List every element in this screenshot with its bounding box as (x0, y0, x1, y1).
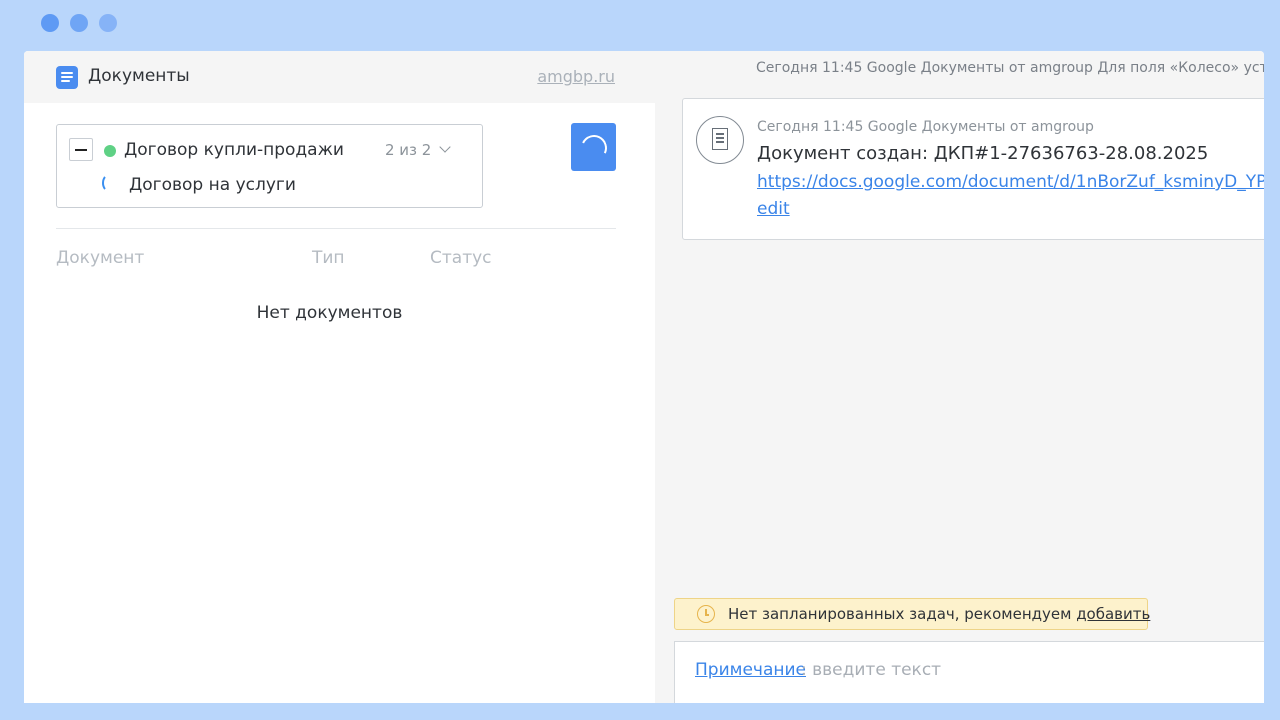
divider (56, 228, 616, 229)
tasks-notice-text: Нет запланированных задач, рекомендуем д… (728, 605, 1151, 623)
documents-title: Документы (88, 66, 190, 86)
tasks-notice: Нет запланированных задач, рекомендуем д… (674, 598, 1151, 630)
note-input[interactable] (801, 656, 1261, 684)
window-minimize-dot[interactable] (70, 14, 88, 32)
note-type-selector[interactable]: Примечание (695, 660, 806, 680)
status-dot-green (104, 145, 116, 157)
document-link-line[interactable]: edit (757, 196, 1264, 223)
template-item-services[interactable]: Договор на услуги (129, 175, 296, 195)
documents-panel: Документы amgbp.ru Договор купли-продажи… (24, 51, 655, 703)
window-maximize-dot[interactable] (99, 14, 117, 32)
document-link[interactable]: https://docs.google.com/document/d/1nBor… (757, 169, 1264, 223)
collapse-toggle-button[interactable] (69, 138, 93, 161)
chevron-down-icon[interactable] (439, 141, 451, 153)
feed-event-card: Сегодня 11:45 Google Документы от amgrou… (682, 98, 1264, 240)
loading-spinner-icon (102, 174, 116, 192)
add-task-link[interactable]: добавить (1076, 605, 1150, 623)
event-title: Документ создан: ДКП#1-27636763-28.08.20… (757, 143, 1209, 164)
note-composer: Примечание (674, 641, 1264, 703)
document-file-icon (696, 116, 744, 164)
document-icon (56, 66, 78, 89)
loading-spinner-icon (577, 131, 611, 165)
activity-feed: Сегодня 11:45 Google Документы от amgrou… (655, 51, 1264, 703)
event-meta: Сегодня 11:45 Google Документы от amgrou… (757, 119, 1094, 135)
template-counter[interactable]: 2 из 2 (385, 141, 431, 159)
app-window: Документы amgbp.ru Договор купли-продажи… (24, 51, 1264, 703)
window-close-dot[interactable] (41, 14, 59, 32)
empty-state-text: Нет документов (256, 303, 403, 323)
template-selector[interactable]: Договор купли-продажи 2 из 2 Договор на … (56, 124, 483, 208)
documents-header: Документы amgbp.ru (24, 51, 655, 103)
column-header-type[interactable]: Тип (312, 248, 345, 268)
generate-button[interactable] (571, 123, 616, 171)
site-link[interactable]: amgbp.ru (537, 67, 615, 86)
clock-icon (697, 605, 715, 623)
template-item-sale[interactable]: Договор купли-продажи (124, 140, 344, 160)
column-header-document[interactable]: Документ (56, 248, 144, 268)
document-link-line[interactable]: https://docs.google.com/document/d/1nBor… (757, 169, 1264, 196)
feed-previous-entry: Сегодня 11:45 Google Документы от amgrou… (756, 60, 1264, 76)
column-header-status[interactable]: Статус (430, 248, 492, 268)
